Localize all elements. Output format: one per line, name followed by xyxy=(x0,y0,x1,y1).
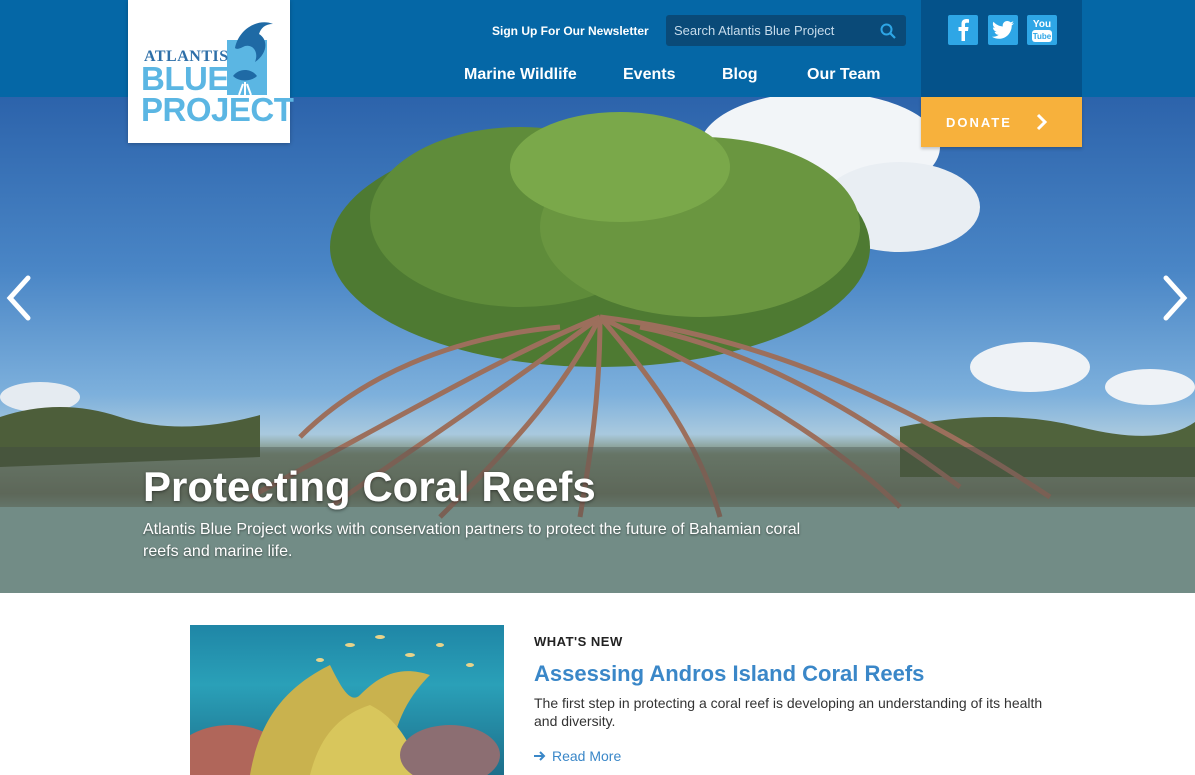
logo-line-2: BLUE xyxy=(141,60,229,97)
nav-our-team[interactable]: Our Team xyxy=(807,66,881,84)
svg-text:You: You xyxy=(1033,19,1051,30)
arrow-right-icon xyxy=(534,751,546,761)
article-title-link[interactable]: Assessing Andros Island Coral Reefs xyxy=(534,661,924,687)
news-thumbnail-image[interactable] xyxy=(190,625,504,775)
site-logo[interactable]: ATLANTIS BLUE PROJECT xyxy=(128,0,294,143)
nav-events[interactable]: Events xyxy=(623,66,675,84)
coral-reef-image xyxy=(190,635,500,775)
read-more-link[interactable]: Read More xyxy=(534,748,621,764)
hero-subtitle: Atlantis Blue Project works with conserv… xyxy=(143,521,801,560)
svg-text:Tube: Tube xyxy=(1033,32,1052,41)
nav-marine-wildlife[interactable]: Marine Wildlife xyxy=(464,66,577,84)
nav-blog[interactable]: Blog xyxy=(722,66,758,84)
article-excerpt: The first step in protecting a coral ree… xyxy=(534,695,1043,729)
twitter-icon[interactable] xyxy=(988,15,1018,45)
youtube-icon[interactable]: You Tube xyxy=(1027,15,1057,45)
section-kicker: WHAT'S NEW xyxy=(534,634,623,649)
logo-line-3: PROJECT xyxy=(141,91,294,128)
prev-slide-arrow-icon[interactable] xyxy=(4,274,34,322)
hero-title: Protecting Coral Reefs xyxy=(143,463,596,510)
donate-button[interactable]: DONATE xyxy=(921,97,1082,147)
newsletter-link[interactable]: Sign Up For Our Newsletter xyxy=(492,24,649,38)
search-box xyxy=(666,15,906,46)
donate-label: DONATE xyxy=(946,114,1012,130)
facebook-icon[interactable] xyxy=(948,15,978,45)
read-more-label: Read More xyxy=(552,748,622,764)
search-icon[interactable] xyxy=(880,23,896,39)
hero-slider: Protecting Coral Reefs Atlantis Blue Pro… xyxy=(0,97,1195,593)
chevron-right-icon xyxy=(1036,113,1048,131)
next-slide-arrow-icon[interactable] xyxy=(1160,274,1190,322)
search-input[interactable] xyxy=(666,15,871,46)
